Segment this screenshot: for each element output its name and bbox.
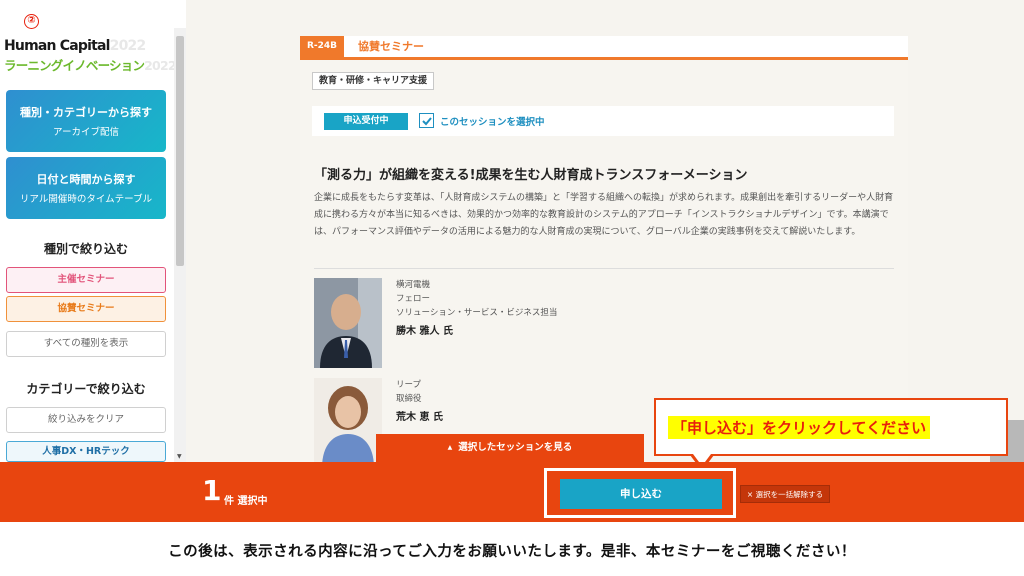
- speaker-1-name: 勝木 雅人 氏: [396, 326, 453, 337]
- category-clear-button[interactable]: 絞り込みをクリア: [6, 407, 166, 433]
- speaker-2-meta: リープ 取締役: [396, 378, 422, 406]
- select-session-checkbox[interactable]: [419, 113, 434, 128]
- session-code: R-24B: [300, 36, 344, 57]
- nav-search-by-category-button[interactable]: 種別・カテゴリーから探す アーカイブ配信: [6, 90, 166, 152]
- speaker-portrait-icon: [314, 278, 382, 368]
- nav-title: 種別・カテゴリーから探す: [20, 106, 152, 119]
- select-session-label[interactable]: このセッションを選択中: [440, 114, 545, 128]
- category-filter-heading: カテゴリーで絞り込む: [26, 382, 146, 396]
- status-badge: 申込受付中: [324, 113, 408, 130]
- apply-button[interactable]: 申し込む: [560, 479, 722, 509]
- speaker-2-name: 荒木 恵 氏: [396, 412, 443, 423]
- nav-search-by-date-button[interactable]: 日付と時間から探す リアル開催時のタイムテーブル: [6, 157, 166, 219]
- speaker-dept: ソリューション・サービス・ビジネス担当: [396, 308, 558, 318]
- scrollbar-thumb[interactable]: [176, 36, 184, 266]
- speaker-company: 横河電機: [396, 280, 431, 290]
- nav-title: 日付と時間から探す: [36, 173, 136, 186]
- scroll-down-arrow-icon[interactable]: ▼: [177, 453, 182, 460]
- speaker-photo: [314, 378, 382, 468]
- speaker-role: フェロー: [396, 294, 431, 304]
- sidebar-scrollbar[interactable]: ▼: [174, 28, 186, 462]
- clear-selection-button[interactable]: × 選択を一括解除する: [740, 485, 830, 503]
- logo-line2: ラーニングイノベーション2022: [4, 58, 177, 73]
- speaker-role: 取締役: [396, 394, 422, 404]
- speaker-1-meta: 横河電機 フェロー ソリューション・サービス・ビジネス担当: [396, 278, 557, 320]
- selection-bar: 1 件 選択中 申し込む × 選択を一括解除する: [0, 462, 1024, 522]
- session-description: 企業に成長をもたらす変革は、「人財育成システムの構築」と「学習する組織への転換」…: [314, 193, 894, 237]
- page: ② Human Capital2022 ラーニングイノベーション2022 種別・…: [0, 0, 1024, 576]
- callout-text: 「申し込む」をクリックしてください: [668, 416, 931, 439]
- category-item-hr-dx[interactable]: 人事DX・HRテック: [6, 441, 166, 462]
- divider: [314, 268, 894, 269]
- instruction-callout: 「申し込む」をクリックしてください: [654, 398, 1008, 456]
- selected-count-label: 件 選択中: [224, 496, 268, 507]
- step-number-badge: ②: [24, 14, 39, 29]
- logo-line1: Human Capital2022: [4, 38, 146, 54]
- check-icon: [422, 117, 432, 126]
- status-row: 申込受付中 このセッションを選択中: [312, 106, 894, 136]
- filter-sponsor-seminar[interactable]: 協賛セミナー: [6, 296, 166, 322]
- chevron-up-icon: ▲: [447, 444, 453, 451]
- session-header: R-24B 協賛セミナー: [300, 36, 908, 60]
- sidebar: ② Human Capital2022 ラーニングイノベーション2022 種別・…: [0, 0, 177, 462]
- filter-show-all-types[interactable]: すべての種別を表示: [6, 331, 166, 357]
- nav-subtitle: リアル開催時のタイムテーブル: [19, 194, 153, 205]
- type-filter-heading: 種別で絞り込む: [43, 242, 128, 256]
- selected-count: 1: [202, 474, 222, 507]
- nav-subtitle: アーカイブ配信: [53, 127, 119, 138]
- category-tag: 教育・研修・キャリア支援: [312, 72, 435, 90]
- view-selected-label: 選択したセッションを見る: [458, 442, 573, 453]
- filter-sponsored-host-seminar[interactable]: 主催セミナー: [6, 267, 166, 293]
- speaker-company: リープ: [396, 380, 421, 390]
- speaker-photo: [314, 278, 382, 368]
- view-selected-sessions-button[interactable]: ▲ 選択したセッションを見る: [376, 434, 644, 462]
- footer-note: この後は、表示される内容に沿ってご入力をお願いいたします。是非、本セミナーをご視…: [168, 544, 856, 560]
- session-title: 「測る力」が組織を変える!成果を生む人財育成トランスフォーメーション: [314, 168, 748, 183]
- session-type: 協賛セミナー: [358, 40, 424, 53]
- speaker-portrait-icon: [314, 378, 382, 468]
